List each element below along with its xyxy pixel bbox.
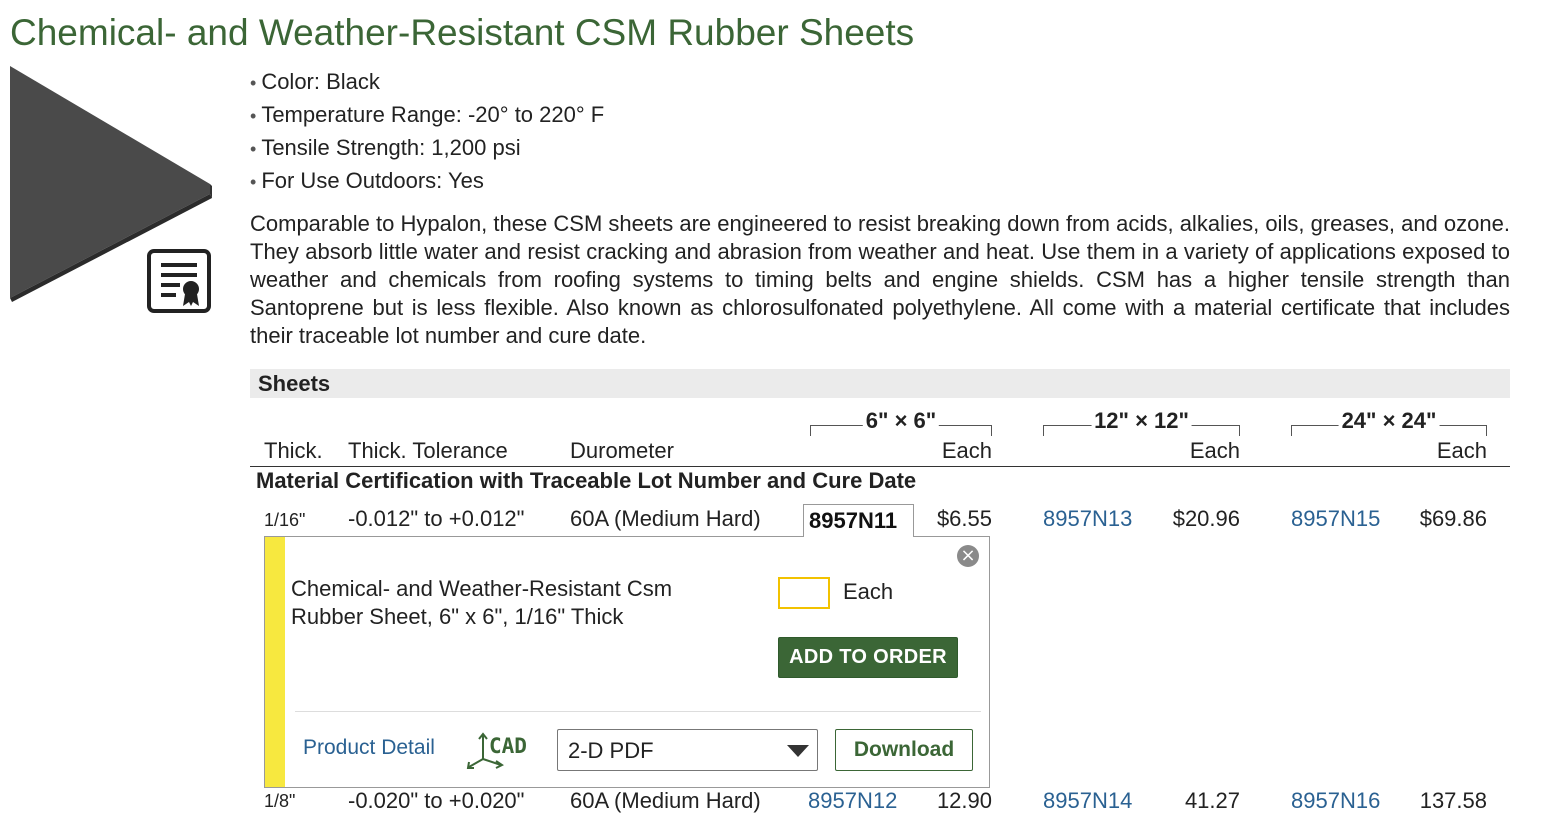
- column-header-each: Each: [1436, 438, 1487, 463]
- spec-item: Color: Black: [250, 66, 604, 99]
- product-description: Comparable to Hypalon, these CSM sheets …: [250, 211, 1510, 348]
- size-group-6x6: 6" × 6": [810, 408, 992, 436]
- section-title: Sheets: [258, 371, 331, 396]
- part-number-link[interactable]: 8957N12: [808, 788, 897, 814]
- size-group-label: 24" × 24": [1338, 408, 1440, 434]
- size-group-label: 12" × 12": [1091, 408, 1192, 434]
- table-header-rule: [250, 466, 1510, 467]
- order-popup: × Chemical- and Weather-Resistant Csm Ru…: [264, 536, 990, 788]
- popup-highlight-stripe: [265, 537, 285, 787]
- part-number-link[interactable]: 8957N15: [1291, 506, 1380, 532]
- cell-durometer: 60A (Medium Hard): [570, 788, 761, 813]
- popup-divider: [295, 711, 981, 712]
- section-header: Sheets: [250, 369, 1510, 398]
- cell-price: 41.27: [1184, 788, 1240, 813]
- cell-price: 137.58: [1419, 788, 1487, 813]
- quantity-input[interactable]: [778, 577, 830, 609]
- spec-list: Color: Black Temperature Range: -20° to …: [250, 66, 604, 198]
- page-title: Chemical- and Weather-Resistant CSM Rubb…: [10, 12, 915, 53]
- selected-part-number[interactable]: 8957N11: [803, 504, 914, 537]
- cell-tolerance: -0.012" to +0.012": [348, 506, 525, 531]
- quantity-unit-label: Each: [843, 579, 894, 604]
- certificate-icon[interactable]: [146, 248, 212, 314]
- part-number-link[interactable]: 8957N14: [1043, 788, 1132, 814]
- part-number: 8957N11: [809, 508, 898, 533]
- cell-price: 12.90: [936, 788, 992, 813]
- spec-item: For Use Outdoors: Yes: [250, 165, 604, 198]
- cad-format-value: 2-D PDF: [568, 738, 654, 763]
- table-group-title: Material Certification with Traceable Lo…: [256, 468, 917, 493]
- cell-price: $69.86: [1419, 506, 1487, 531]
- cad-format-select[interactable]: 2-D PDF: [557, 729, 818, 771]
- column-header-durometer: Durometer: [570, 438, 674, 463]
- part-number-link[interactable]: 8957N16: [1291, 788, 1380, 814]
- column-header-each: Each: [1189, 438, 1240, 463]
- cad-icon: CAD: [466, 732, 527, 769]
- popup-product-description: Chemical- and Weather-Resistant Csm Rubb…: [291, 576, 673, 629]
- cad-label: CAD: [489, 734, 527, 758]
- dropdown-arrow-icon: [787, 745, 809, 757]
- add-to-order-button[interactable]: ADD TO ORDER: [778, 637, 958, 678]
- cell-thickness: 1/16": [264, 510, 306, 530]
- close-icon[interactable]: ×: [957, 545, 979, 567]
- cell-tolerance: -0.020" to +0.020": [348, 788, 525, 813]
- spec-item: Tensile Strength: 1,200 psi: [250, 132, 604, 165]
- size-group-24x24: 24" × 24": [1291, 408, 1487, 436]
- download-button[interactable]: Download: [835, 729, 973, 771]
- cell-thickness: 1/8": [264, 791, 296, 811]
- column-header-each: Each: [941, 438, 992, 463]
- product-detail-link[interactable]: Product Detail: [303, 736, 435, 760]
- spec-item: Temperature Range: -20° to 220° F: [250, 99, 604, 132]
- cell-durometer: 60A (Medium Hard): [570, 506, 761, 531]
- part-number-link[interactable]: 8957N13: [1043, 506, 1132, 532]
- column-header-tolerance: Thick. Tolerance: [348, 438, 508, 463]
- column-header-thick: Thick.: [264, 438, 323, 463]
- size-group-12x12: 12" × 12": [1043, 408, 1240, 436]
- cell-price: $20.96: [1172, 506, 1240, 531]
- cell-price: $6.55: [936, 506, 992, 531]
- size-group-label: 6" × 6": [862, 408, 940, 434]
